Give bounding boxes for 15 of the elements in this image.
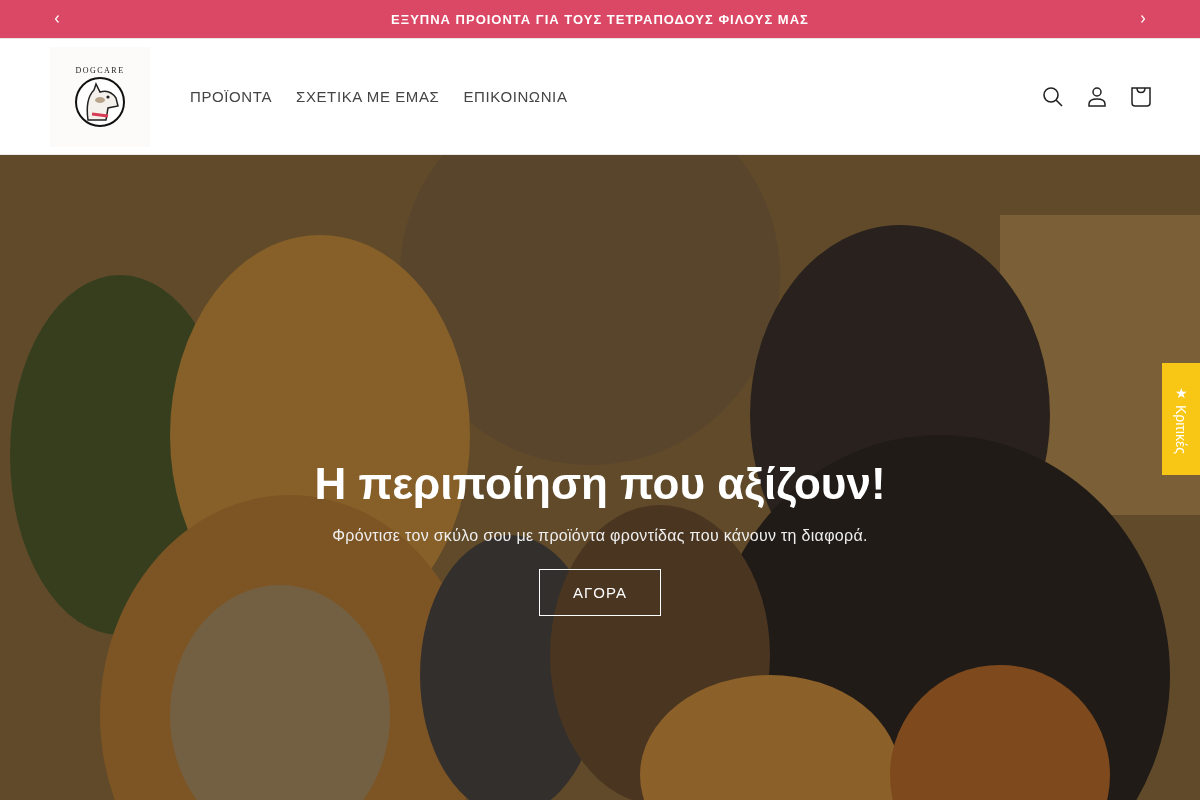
nav-link[interactable]: ΕΠΙΚΟΙΝΩΝΙΑ: [463, 88, 568, 105]
logo[interactable]: DOGCARE: [50, 46, 150, 147]
bag-icon[interactable]: [1130, 85, 1152, 108]
search-icon[interactable]: [1042, 85, 1064, 108]
nav-link[interactable]: ΠΡΟΪΟΝΤΑ: [190, 88, 273, 105]
announcement-text: ΕΞΥΠΝΑ ΠΡΟΙΟΝΤΑ ΓΙΑ ΤΟΥΣ ΤΕΤΡΑΠΟΔΟΥΣ ΦΙΛΟΥΣ ΜΑΣ: [391, 11, 809, 27]
hero-subtitle: Φρόντισε τον σκύλο σου με προϊόντα φροντίδας που κάνουν τη διαφορά.: [332, 527, 868, 545]
hero-heading: Η περιποίηση που αξίζουν!: [314, 459, 886, 509]
chevron-right-icon[interactable]: [1138, 14, 1148, 24]
account-icon[interactable]: [1086, 85, 1108, 108]
nav-link[interactable]: ΣΧΕΤΙΚΑ ΜΕ ΕΜΑΣ: [296, 88, 440, 105]
logo-text: DOGCARE: [75, 65, 125, 75]
chevron-left-icon[interactable]: [52, 14, 62, 24]
shop-button[interactable]: ΑΓΟΡΑ: [539, 569, 661, 616]
dog-logo-icon: [74, 75, 126, 128]
